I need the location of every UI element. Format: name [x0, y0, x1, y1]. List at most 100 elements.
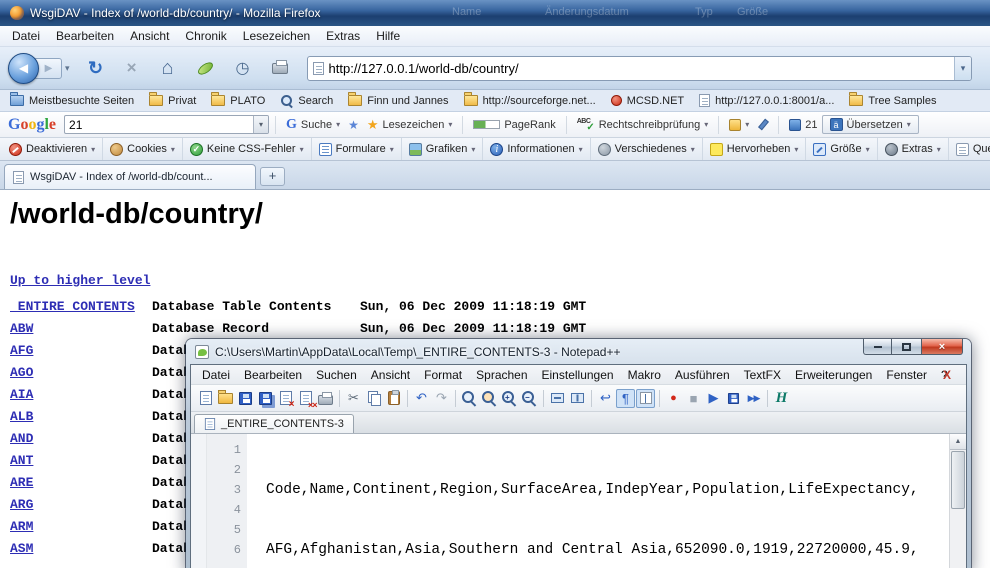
search-history-dropdown[interactable]: ▾: [253, 116, 268, 133]
listing-item-link[interactable]: AIA: [10, 387, 152, 402]
listing-item-link[interactable]: ENTIRE CONTENTS: [10, 299, 152, 314]
webdev-deaktivieren[interactable]: Deaktivieren▾: [2, 138, 103, 160]
listing-item-link[interactable]: AGO: [10, 365, 152, 380]
webdev-grafiken[interactable]: Grafiken▾: [402, 138, 484, 160]
webdev-formulare[interactable]: Formulare▾: [312, 138, 402, 160]
redo-icon[interactable]: ↷: [432, 389, 451, 408]
run-macro-multiple-icon[interactable]: ▶▶: [744, 389, 763, 408]
view-in-html-icon[interactable]: H: [772, 389, 791, 408]
cut-icon[interactable]: ✂: [344, 389, 363, 408]
translate-button[interactable]: äÜbersetzen▾: [822, 115, 919, 134]
sync-scroll-horizontal-icon[interactable]: [568, 389, 587, 408]
save-all-icon[interactable]: [256, 389, 275, 408]
listing-item-link[interactable]: ABW: [10, 321, 152, 336]
save-icon[interactable]: [236, 389, 255, 408]
listing-item-link[interactable]: ANT: [10, 453, 152, 468]
webdev-css[interactable]: ✓Keine CSS-Fehler▾: [183, 138, 312, 160]
history-clock-button[interactable]: ◷: [231, 58, 255, 78]
forward-button[interactable]: ▶: [35, 58, 62, 79]
webdev-informationen[interactable]: iInformationen▾: [483, 138, 590, 160]
home-button[interactable]: ⌂: [156, 57, 180, 80]
listing-item-link[interactable]: ARE: [10, 475, 152, 490]
close-file-icon[interactable]: [276, 389, 295, 408]
google-search-box[interactable]: ▾: [64, 115, 269, 134]
scroll-up-arrow[interactable]: ▲: [950, 434, 966, 450]
paste-icon[interactable]: [384, 389, 403, 408]
back-button[interactable]: ◀: [8, 53, 39, 84]
bookmark-search[interactable]: Search: [280, 94, 333, 107]
vertical-scrollbar[interactable]: ▲: [949, 434, 966, 568]
npp-menu-erweiterungen[interactable]: Erweiterungen: [788, 367, 879, 383]
new-file-icon[interactable]: [196, 389, 215, 408]
print-icon[interactable]: [316, 389, 335, 408]
minimize-button[interactable]: [863, 339, 892, 355]
npp-close-document-x[interactable]: X: [936, 367, 958, 383]
new-tab-button[interactable]: +: [260, 167, 285, 186]
npp-menu-einstellungen[interactable]: Einstellungen: [535, 367, 621, 383]
copy-icon[interactable]: [364, 389, 383, 408]
close-button[interactable]: ×: [921, 339, 963, 355]
listing-item-link[interactable]: AFG: [10, 343, 152, 358]
open-file-icon[interactable]: [216, 389, 235, 408]
url-dropdown-button[interactable]: ▾: [954, 57, 971, 80]
show-all-characters-icon[interactable]: ¶: [616, 389, 635, 408]
webdev-quelltext[interactable]: Quelltext: [949, 138, 990, 160]
webdev-groesse[interactable]: Größe▾: [806, 138, 877, 160]
webdev-extras[interactable]: Extras▾: [878, 138, 949, 160]
maximize-button[interactable]: [892, 339, 921, 355]
scrollbar-thumb[interactable]: [951, 451, 965, 509]
print-button[interactable]: [272, 63, 288, 74]
bookmark-plato[interactable]: PLATO: [211, 95, 265, 107]
menu-extras[interactable]: Extras: [318, 27, 368, 45]
save-macro-icon[interactable]: [724, 389, 743, 408]
npp-menu-bearbeiten[interactable]: Bearbeiten: [237, 367, 309, 383]
bookmark-most-visited[interactable]: Meistbesuchte Seiten: [10, 95, 134, 107]
stop-button[interactable]: ×: [120, 58, 144, 78]
history-dropdown-icon[interactable]: ▾: [65, 63, 70, 74]
highlighter-button[interactable]: [753, 116, 772, 133]
google-search-button[interactable]: GSuche▾: [282, 115, 344, 135]
word-wrap-icon[interactable]: ↩: [596, 389, 615, 408]
stop-macro-icon[interactable]: ■: [684, 389, 703, 408]
listing-item-link[interactable]: AND: [10, 431, 152, 446]
indent-guide-icon[interactable]: [636, 389, 655, 408]
pagerank-indicator[interactable]: PageRank: [469, 117, 559, 133]
npp-menu-ausfuehren[interactable]: Ausführen: [668, 367, 737, 383]
menu-datei[interactable]: Datei: [4, 27, 48, 45]
counter-button[interactable]: 21: [785, 117, 821, 133]
google-search-input[interactable]: [65, 118, 253, 132]
menu-bearbeiten[interactable]: Bearbeiten: [48, 27, 122, 45]
npp-menu-format[interactable]: Format: [417, 367, 469, 383]
npp-menu-fenster[interactable]: Fenster: [879, 367, 934, 383]
bookmark-localhost-8001[interactable]: http://127.0.0.1:8001/a...: [699, 94, 834, 107]
zoom-in-icon[interactable]: +: [500, 389, 519, 408]
bookmark-finn-und-jannes[interactable]: Finn und Jannes: [348, 95, 448, 107]
up-to-higher-level-link[interactable]: Up to higher level: [10, 273, 150, 288]
google-bookmarks-button[interactable]: ★Lesezeichen▾: [363, 115, 456, 135]
find-icon[interactable]: [460, 389, 479, 408]
listing-item-link[interactable]: ALB: [10, 409, 152, 424]
bookmark-tree-samples[interactable]: Tree Samples: [849, 95, 936, 107]
menu-ansicht[interactable]: Ansicht: [122, 27, 177, 45]
npp-document-tab[interactable]: _ENTIRE_CONTENTS-3: [194, 414, 354, 433]
bookmark-privat[interactable]: Privat: [149, 95, 196, 107]
npp-menu-sprachen[interactable]: Sprachen: [469, 367, 534, 383]
menu-hilfe[interactable]: Hilfe: [368, 27, 408, 45]
listing-item-link[interactable]: ARG: [10, 497, 152, 512]
replace-icon[interactable]: [480, 389, 499, 408]
search-options-button[interactable]: ★: [344, 116, 363, 134]
tab-wsgidav[interactable]: WsgiDAV - Index of /world-db/count...: [4, 164, 256, 189]
record-macro-icon[interactable]: ●: [664, 389, 683, 408]
listing-item-link[interactable]: ASM: [10, 541, 152, 556]
npp-menu-makro[interactable]: Makro: [621, 367, 668, 383]
firefox-titlebar[interactable]: WsgiDAV - Index of /world-db/country/ - …: [0, 0, 990, 26]
addon-leaf-icon[interactable]: [195, 59, 214, 76]
listing-item-link[interactable]: ARM: [10, 519, 152, 534]
spellcheck-button[interactable]: ABC✓Rechtschreibprüfung▾: [573, 116, 713, 134]
menu-chronik[interactable]: Chronik: [177, 27, 234, 45]
bookmark-mcsd-net[interactable]: MCSD.NET: [611, 95, 684, 107]
npp-titlebar[interactable]: C:\Users\Martin\AppData\Local\Temp\_ENTI…: [186, 339, 971, 364]
webdev-hervorheben[interactable]: Hervorheben▾: [703, 138, 807, 160]
undo-icon[interactable]: ↶: [412, 389, 431, 408]
npp-menu-datei[interactable]: Datei: [195, 367, 237, 383]
